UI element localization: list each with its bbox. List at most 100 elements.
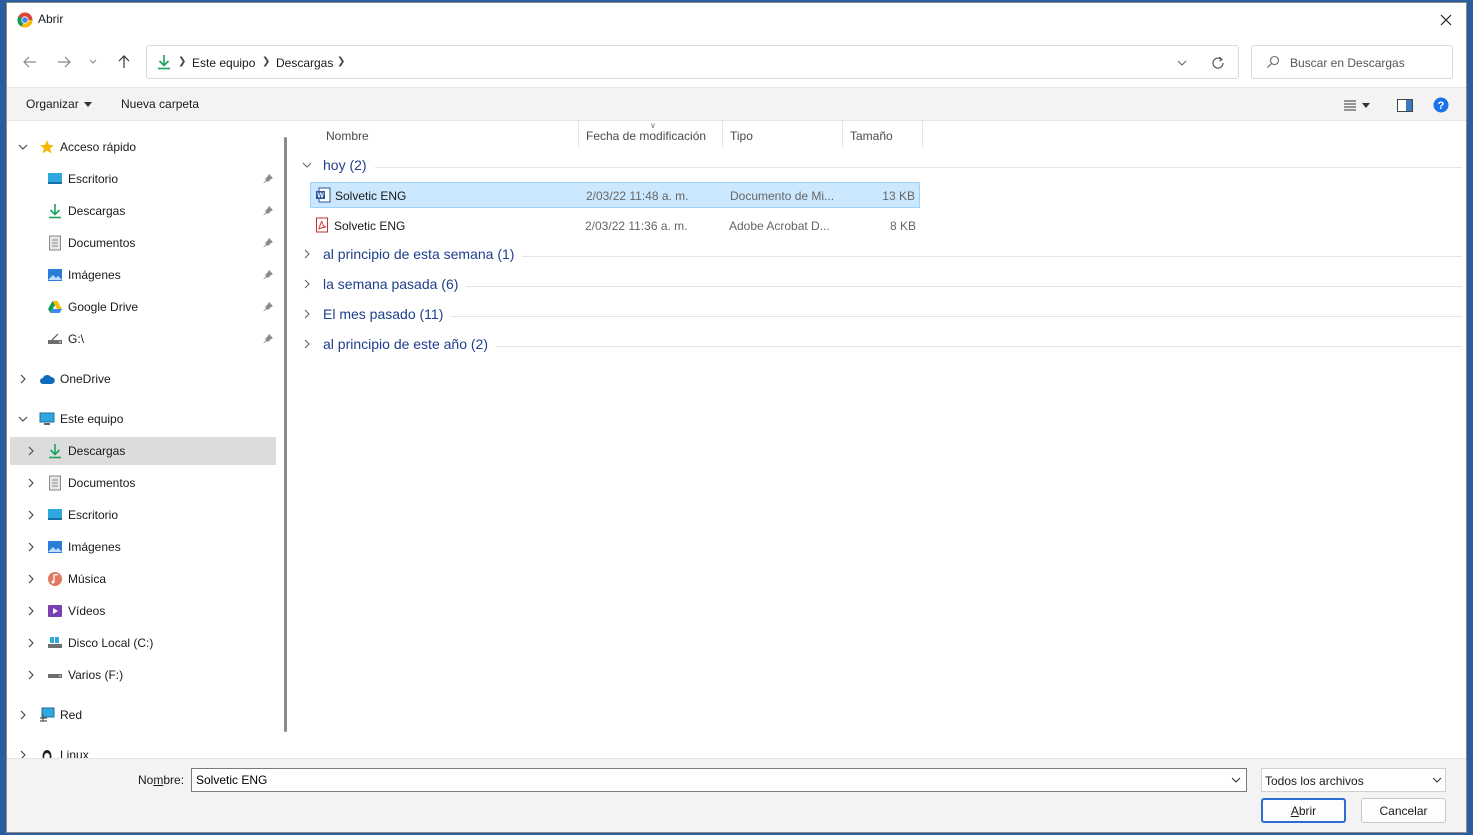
organize-menu-button[interactable]: Organizar bbox=[26, 97, 92, 111]
tree-item-quick-access[interactable]: Acceso rápido bbox=[10, 133, 276, 161]
chevron-down-icon[interactable] bbox=[18, 414, 28, 424]
file-row[interactable]: Solvetic ENG 2/03/22 11:36 a. m. Adobe A… bbox=[310, 213, 920, 239]
pin-icon[interactable] bbox=[262, 237, 274, 249]
chevron-down-icon[interactable] bbox=[302, 160, 312, 170]
document-icon bbox=[49, 475, 61, 491]
chevron-right-icon[interactable] bbox=[302, 249, 312, 259]
recent-locations-button[interactable] bbox=[85, 52, 101, 72]
chevron-down-icon[interactable] bbox=[1230, 775, 1242, 785]
column-header-date[interactable]: Fecha de modificación bbox=[579, 121, 723, 147]
group-header-today[interactable]: hoy (2) bbox=[302, 155, 1462, 177]
column-header-name[interactable]: Nombre bbox=[319, 121, 579, 147]
sidebar-item-pc-imagenes[interactable]: Imágenes bbox=[10, 533, 276, 561]
back-button[interactable] bbox=[19, 52, 41, 72]
pdf-icon bbox=[316, 217, 328, 233]
sidebar-item-documentos[interactable]: Documentos bbox=[10, 229, 276, 257]
chevron-right-icon[interactable] bbox=[302, 339, 312, 349]
sidebar-item-pc-videos[interactable]: Vídeos bbox=[10, 597, 276, 625]
linux-penguin-icon bbox=[42, 750, 52, 758]
tree-item-this-pc[interactable]: Este equipo bbox=[10, 405, 276, 433]
sidebar-item-pc-escritorio[interactable]: Escritorio bbox=[10, 501, 276, 529]
chevron-right-icon[interactable] bbox=[26, 638, 36, 648]
chevron-right-icon[interactable] bbox=[26, 574, 36, 584]
file-date: 2/03/22 11:48 a. m. bbox=[586, 189, 689, 203]
pin-icon[interactable] bbox=[262, 269, 274, 281]
sidebar-item-escritorio[interactable]: Escritorio bbox=[10, 165, 276, 193]
file-name-label-accesskey: m bbox=[153, 773, 164, 787]
file-list-pane[interactable]: ∨ Nombre Fecha de modificación Tipo Tama… bbox=[292, 121, 1466, 758]
drive-icon bbox=[48, 333, 62, 344]
chevron-right-icon[interactable] bbox=[26, 446, 36, 456]
group-divider bbox=[323, 316, 1462, 317]
tree-label: Varios (F:) bbox=[68, 668, 124, 682]
chevron-right-icon[interactable] bbox=[26, 510, 36, 520]
sidebar-item-pc-descargas[interactable]: Descargas bbox=[10, 437, 276, 465]
group-label: al principio de esta semana (1) bbox=[323, 246, 523, 262]
computer-icon bbox=[39, 412, 55, 425]
open-button[interactable]: Abrir bbox=[1261, 798, 1346, 823]
chevron-right-icon[interactable] bbox=[18, 710, 28, 720]
onedrive-icon bbox=[40, 374, 55, 384]
tree-label: Red bbox=[60, 708, 83, 722]
sidebar-item-pc-musica[interactable]: Música bbox=[10, 565, 276, 593]
file-name-combobox[interactable] bbox=[191, 768, 1247, 792]
sidebar-item-google-drive[interactable]: Google Drive bbox=[10, 293, 276, 321]
help-button[interactable]: ? bbox=[1433, 97, 1451, 113]
breadcrumb-descargas[interactable]: Descargas bbox=[276, 56, 333, 70]
sidebar-item-local-disk-c[interactable]: Disco Local (C:) bbox=[10, 629, 276, 657]
breadcrumb-este-equipo[interactable]: Este equipo bbox=[192, 56, 255, 70]
group-label: la semana pasada (6) bbox=[323, 276, 467, 292]
pin-icon[interactable] bbox=[262, 333, 274, 345]
pin-icon[interactable] bbox=[262, 173, 274, 185]
group-header-this-week[interactable]: al principio de esta semana (1) bbox=[302, 244, 1462, 266]
breadcrumb-separator: ❯ bbox=[262, 56, 271, 67]
navigation-pane-scrollbar[interactable] bbox=[284, 137, 287, 732]
sidebar-item-imagenes[interactable]: Imágenes bbox=[10, 261, 276, 289]
column-header-size[interactable]: Tamaño bbox=[843, 121, 923, 147]
chevron-right-icon[interactable] bbox=[18, 750, 28, 758]
chevron-right-icon[interactable] bbox=[26, 478, 36, 488]
group-header-this-year[interactable]: al principio de este año (2) bbox=[302, 334, 1462, 356]
search-input[interactable] bbox=[1290, 53, 1445, 73]
chevron-right-icon[interactable] bbox=[26, 670, 36, 680]
chevron-right-icon[interactable] bbox=[26, 606, 36, 616]
file-size: 8 KB bbox=[889, 219, 916, 233]
file-name-input[interactable] bbox=[196, 772, 1216, 788]
pin-icon[interactable] bbox=[262, 205, 274, 217]
tree-label: Imágenes bbox=[68, 268, 121, 282]
close-button[interactable] bbox=[1426, 3, 1466, 37]
tree-item-onedrive[interactable]: OneDrive bbox=[10, 365, 276, 393]
sidebar-item-g-drive[interactable]: G:\ bbox=[10, 325, 276, 353]
refresh-icon[interactable] bbox=[1210, 55, 1226, 71]
tree-item-network[interactable]: Red bbox=[10, 701, 276, 729]
chevron-down-icon[interactable] bbox=[1174, 55, 1190, 71]
file-type-filter-select[interactable]: Todos los archivos bbox=[1261, 768, 1446, 792]
group-header-last-month[interactable]: El mes pasado (11) bbox=[302, 304, 1462, 326]
sidebar-item-pc-documentos[interactable]: Documentos bbox=[10, 469, 276, 497]
preview-pane-button[interactable] bbox=[1397, 97, 1415, 113]
navigation-pane[interactable]: Acceso rápido Escritorio Descargas Docum… bbox=[7, 121, 292, 758]
view-options-button[interactable] bbox=[1343, 97, 1373, 113]
group-header-last-week[interactable]: la semana pasada (6) bbox=[302, 274, 1462, 296]
sidebar-item-descargas[interactable]: Descargas bbox=[10, 197, 276, 225]
sidebar-item-varios-f[interactable]: Varios (F:) bbox=[10, 661, 276, 689]
pictures-icon bbox=[48, 541, 62, 553]
chevron-right-icon[interactable] bbox=[302, 279, 312, 289]
tree-label: Imágenes bbox=[68, 540, 121, 554]
up-button[interactable] bbox=[113, 52, 135, 72]
column-header-type[interactable]: Tipo bbox=[723, 121, 843, 147]
pin-icon[interactable] bbox=[262, 301, 274, 313]
forward-button[interactable] bbox=[53, 52, 75, 72]
chevron-right-icon[interactable] bbox=[18, 374, 28, 384]
tree-item-linux[interactable]: Linux bbox=[10, 741, 276, 758]
new-folder-button[interactable]: Nueva carpeta bbox=[121, 97, 199, 111]
chevron-down-icon[interactable] bbox=[18, 142, 28, 152]
tree-label: Acceso rápido bbox=[60, 140, 137, 154]
chevron-right-icon[interactable] bbox=[26, 542, 36, 552]
address-bar[interactable]: ❯ Este equipo ❯ Descargas ❯ bbox=[146, 45, 1239, 79]
cancel-button[interactable]: Cancelar bbox=[1361, 798, 1446, 823]
file-row[interactable]: W Solvetic ENG 2/03/22 11:48 a. m. Docum… bbox=[310, 182, 920, 208]
arrow-up-icon bbox=[118, 55, 130, 68]
search-box[interactable] bbox=[1251, 45, 1453, 79]
chevron-right-icon[interactable] bbox=[302, 309, 312, 319]
